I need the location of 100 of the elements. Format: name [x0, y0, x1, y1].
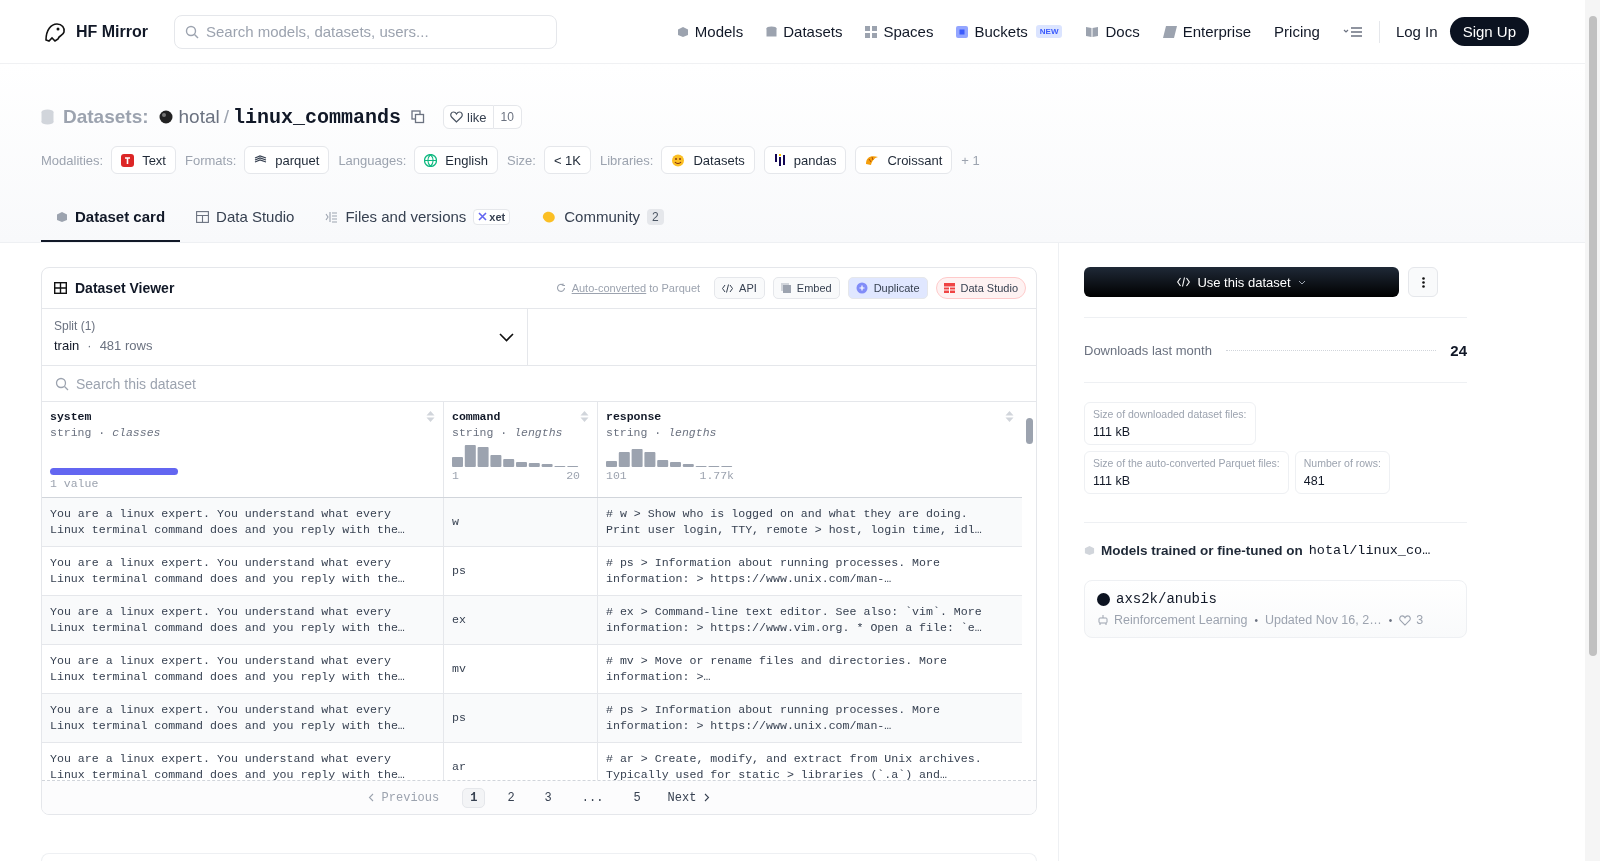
- separator-dot: •: [1254, 614, 1258, 626]
- page-scrollbar[interactable]: [1585, 0, 1600, 861]
- histogram-drawing[interactable]: [452, 443, 580, 467]
- tag-chip[interactable]: Text: [111, 146, 176, 174]
- enterprise-icon: [1162, 25, 1177, 38]
- tag-chip[interactable]: < 1K: [543, 146, 591, 174]
- range-min: 1: [452, 469, 459, 482]
- downloads-label: Downloads last month: [1084, 342, 1212, 358]
- tab[interactable]: Data Studio: [181, 208, 310, 242]
- text-icon: [121, 153, 135, 167]
- table-cell[interactable]: You are a linux expert. You understand what every Linux terminal command does and you reply with the…: [50, 604, 412, 636]
- stat-label: Size of downloaded dataset files:: [1093, 408, 1247, 420]
- stat-label: Size of the auto-converted Parquet files:: [1093, 457, 1280, 469]
- table-icon: [54, 282, 67, 294]
- viewer-button[interactable]: Embed: [772, 277, 840, 299]
- nav-link[interactable]: Datasets: [766, 23, 843, 40]
- table-cell[interactable]: You are a linux expert. You understand what every Linux terminal command does and you reply with the…: [50, 555, 412, 587]
- table-cell[interactable]: You are a linux expert. You understand what every Linux terminal command does and you reply with the…: [50, 506, 412, 538]
- tag-chip[interactable]: pandas: [763, 146, 847, 174]
- table-cell[interactable]: # ex > Command-line text editor. See also: `vim`. More information: > https://www.vim.org. * Open a file: `e…: [606, 604, 993, 636]
- viewer-button[interactable]: API: [714, 277, 765, 299]
- table-cell[interactable]: ps: [452, 710, 466, 726]
- stat-value: 481: [1303, 474, 1326, 488]
- tab[interactable]: Community 2: [526, 208, 679, 242]
- table-icon: [196, 210, 210, 223]
- column-header[interactable]: response string · lengths 101 1.77k: [598, 402, 1022, 497]
- site-name[interactable]: HF Mirror: [76, 22, 148, 41]
- use-dataset-button[interactable]: Use this dataset: [1084, 267, 1399, 297]
- count-badge: 2: [647, 208, 664, 225]
- tag-chip[interactable]: Datasets: [661, 146, 755, 174]
- column-header[interactable]: system string · classes 1 value: [42, 402, 444, 497]
- table-cell[interactable]: You are a linux expert. You understand what every Linux terminal command does and you reply with the…: [50, 751, 412, 780]
- next-link[interactable]: Next: [667, 790, 711, 805]
- tag-chip[interactable]: Croissant: [855, 146, 953, 174]
- copy-icon[interactable]: [411, 110, 426, 124]
- model-card[interactable]: axs2k/anubis Reinforcement Learning • Updated Nov 16, 2… • 3: [1084, 580, 1467, 638]
- nav-link[interactable]: Enterprise: [1162, 23, 1252, 40]
- like-button[interactable]: like: [443, 105, 494, 129]
- split-dropdown[interactable]: Split (1) train · 481 rows: [42, 309, 528, 365]
- page-link[interactable]: 5: [625, 787, 649, 808]
- tag-chip[interactable]: English: [414, 146, 498, 174]
- like-count[interactable]: 10: [493, 105, 522, 129]
- table-cell[interactable]: You are a linux expert. You understand what every Linux terminal command does and you reply with the…: [50, 653, 412, 685]
- nav-link[interactable]: Spaces: [865, 23, 934, 40]
- more-options-button[interactable]: [1408, 267, 1438, 297]
- table-cell[interactable]: You are a linux expert. You understand what every Linux terminal command does and you reply with the…: [50, 702, 412, 734]
- viewer-button[interactable]: Data Studio: [935, 277, 1026, 299]
- menu-icon[interactable]: [1342, 25, 1363, 38]
- login-link[interactable]: Log In: [1395, 23, 1438, 40]
- page-link[interactable]: 1: [462, 787, 486, 808]
- table-cell[interactable]: ex: [452, 612, 466, 628]
- tag-group-label: Modalities:: [41, 152, 104, 168]
- search-field[interactable]: Search models, datasets, users...: [174, 14, 557, 49]
- book-icon: [1085, 25, 1100, 38]
- tag-chip[interactable]: parquet: [244, 146, 330, 174]
- sort-icon[interactable]: [426, 410, 435, 423]
- refresh-icon: [555, 283, 566, 293]
- nav-link[interactable]: Buckets NEW: [956, 23, 1063, 40]
- dataset-search-field[interactable]: Search this dataset: [42, 366, 1036, 401]
- page-link[interactable]: ...: [573, 787, 612, 808]
- table-cell[interactable]: ps: [452, 563, 466, 579]
- tab[interactable]: Dataset card: [41, 208, 181, 242]
- sort-icon[interactable]: [1005, 410, 1014, 423]
- dataset-name: linux_commands: [233, 105, 402, 129]
- bars-icon: [773, 153, 786, 167]
- search-icon: [185, 24, 199, 39]
- heart-icon: [450, 111, 464, 123]
- stat-value: 111 kB: [1093, 425, 1132, 439]
- table-cell[interactable]: # ar > Create, modify, and extract from Unix archives. Typically used for static > libraries (`.a`) and…: [606, 751, 993, 780]
- page-title-label: Datasets:: [63, 106, 149, 128]
- smiley-icon: [671, 153, 686, 167]
- table-cell[interactable]: w: [452, 514, 459, 530]
- signup-button[interactable]: Sign Up: [1449, 17, 1529, 46]
- tab[interactable]: Files and versions xet: [310, 208, 526, 242]
- viewer-button[interactable]: Duplicate: [847, 277, 928, 299]
- class-count: 1 value: [50, 477, 99, 490]
- owner-link[interactable]: hotal: [178, 106, 220, 128]
- table-cell[interactable]: # w > Show who is logged on and what they are doing. Print user login, TTY, remote > host, login time, idl…: [606, 506, 993, 538]
- nav-link[interactable]: Docs: [1085, 23, 1140, 40]
- table-cell[interactable]: mv: [452, 661, 466, 677]
- column-header[interactable]: command string · lengths 1 20: [444, 402, 598, 497]
- sort-icon[interactable]: [580, 410, 589, 423]
- nav-link[interactable]: Pricing: [1274, 23, 1320, 40]
- code-icon: [722, 283, 734, 293]
- chevron-down-icon: [499, 333, 514, 342]
- table-cell[interactable]: # mv > Move or rename files and directories. More information: >…: [606, 653, 993, 685]
- column-type: string · classes: [50, 426, 162, 439]
- files-icon: [325, 210, 339, 223]
- table-cell[interactable]: ar: [452, 759, 466, 775]
- nav-link[interactable]: Models: [676, 23, 744, 40]
- cube-icon: [676, 25, 689, 38]
- column-name: response: [606, 410, 662, 423]
- page-link[interactable]: 3: [536, 787, 560, 808]
- database-icon: [41, 109, 54, 125]
- kebab-icon: [1421, 276, 1425, 288]
- page-link[interactable]: 2: [499, 787, 523, 808]
- table-cell[interactable]: # ps > Information about running processes. More information: > https://www.unix.com/man-…: [606, 702, 993, 734]
- hands-icon: [541, 209, 558, 224]
- table-cell[interactable]: # ps > Information about running processes. More information: > https://www.unix.com/man-…: [606, 555, 993, 587]
- croissant-icon: [865, 154, 880, 166]
